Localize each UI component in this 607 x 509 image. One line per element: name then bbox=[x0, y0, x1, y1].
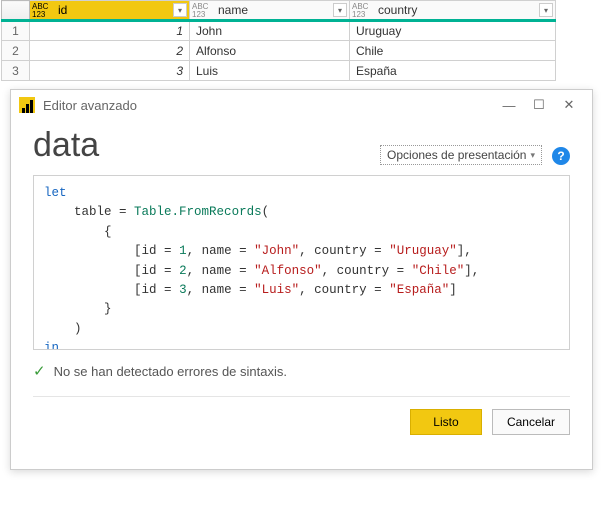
code-editor[interactable]: let table = Table.FromRecords( { [id = 1… bbox=[33, 175, 570, 350]
query-name-heading: data bbox=[33, 126, 380, 165]
datatype-icon: ABC123 bbox=[192, 3, 208, 19]
advanced-editor-dialog: Editor avanzado data Opciones de present… bbox=[10, 89, 593, 470]
column-name: id bbox=[58, 3, 67, 17]
maximize-button[interactable] bbox=[524, 94, 554, 116]
cell-country[interactable]: Chile bbox=[350, 41, 556, 61]
column-header-country[interactable]: ABC123 country ▾ bbox=[350, 1, 556, 21]
table-row[interactable]: 2 2 Alfonso Chile bbox=[2, 41, 556, 61]
chevron-down-icon: ▾ bbox=[530, 150, 535, 161]
window-title: Editor avanzado bbox=[43, 98, 494, 113]
column-dropdown-icon[interactable]: ▾ bbox=[173, 3, 187, 17]
row-number: 1 bbox=[2, 21, 30, 41]
cell-id[interactable]: 1 bbox=[30, 21, 190, 41]
datatype-icon: ABC123 bbox=[352, 3, 368, 19]
cell-id[interactable]: 2 bbox=[30, 41, 190, 61]
syntax-status: ✓ No se han detectado errores de sintaxi… bbox=[33, 362, 570, 380]
table-row[interactable]: 1 1 John Uruguay bbox=[2, 21, 556, 41]
cancel-button[interactable]: Cancelar bbox=[492, 409, 570, 435]
row-number: 2 bbox=[2, 41, 30, 61]
column-name: name bbox=[218, 3, 248, 17]
cell-country[interactable]: Uruguay bbox=[350, 21, 556, 41]
column-header-id[interactable]: ABC123 id ▾ bbox=[30, 1, 190, 21]
check-icon: ✓ bbox=[33, 362, 46, 380]
display-options-dropdown[interactable]: Opciones de presentación ▾ bbox=[380, 145, 542, 165]
table-row[interactable]: 3 3 Luis España bbox=[2, 61, 556, 81]
cell-name[interactable]: John bbox=[190, 21, 350, 41]
column-header-name[interactable]: ABC123 name ▾ bbox=[190, 1, 350, 21]
display-options-label: Opciones de presentación bbox=[387, 148, 526, 162]
table-corner-icon[interactable] bbox=[2, 1, 30, 21]
column-dropdown-icon[interactable]: ▾ bbox=[539, 3, 553, 17]
status-text: No se han detectado errores de sintaxis. bbox=[54, 364, 287, 379]
cell-id[interactable]: 3 bbox=[30, 61, 190, 81]
datatype-icon: ABC123 bbox=[32, 3, 48, 19]
divider bbox=[33, 396, 570, 397]
column-dropdown-icon[interactable]: ▾ bbox=[333, 3, 347, 17]
powerbi-logo-icon bbox=[19, 97, 35, 113]
close-button[interactable] bbox=[554, 94, 584, 116]
cell-name[interactable]: Alfonso bbox=[190, 41, 350, 61]
cell-country[interactable]: España bbox=[350, 61, 556, 81]
titlebar[interactable]: Editor avanzado bbox=[11, 90, 592, 120]
data-preview-table: ABC123 id ▾ ABC123 name ▾ ABC123 country… bbox=[1, 0, 556, 81]
done-button[interactable]: Listo bbox=[410, 409, 482, 435]
column-name: country bbox=[378, 3, 417, 17]
cell-name[interactable]: Luis bbox=[190, 61, 350, 81]
help-button[interactable]: ? bbox=[552, 147, 570, 165]
minimize-button[interactable] bbox=[494, 94, 524, 116]
row-number: 3 bbox=[2, 61, 30, 81]
